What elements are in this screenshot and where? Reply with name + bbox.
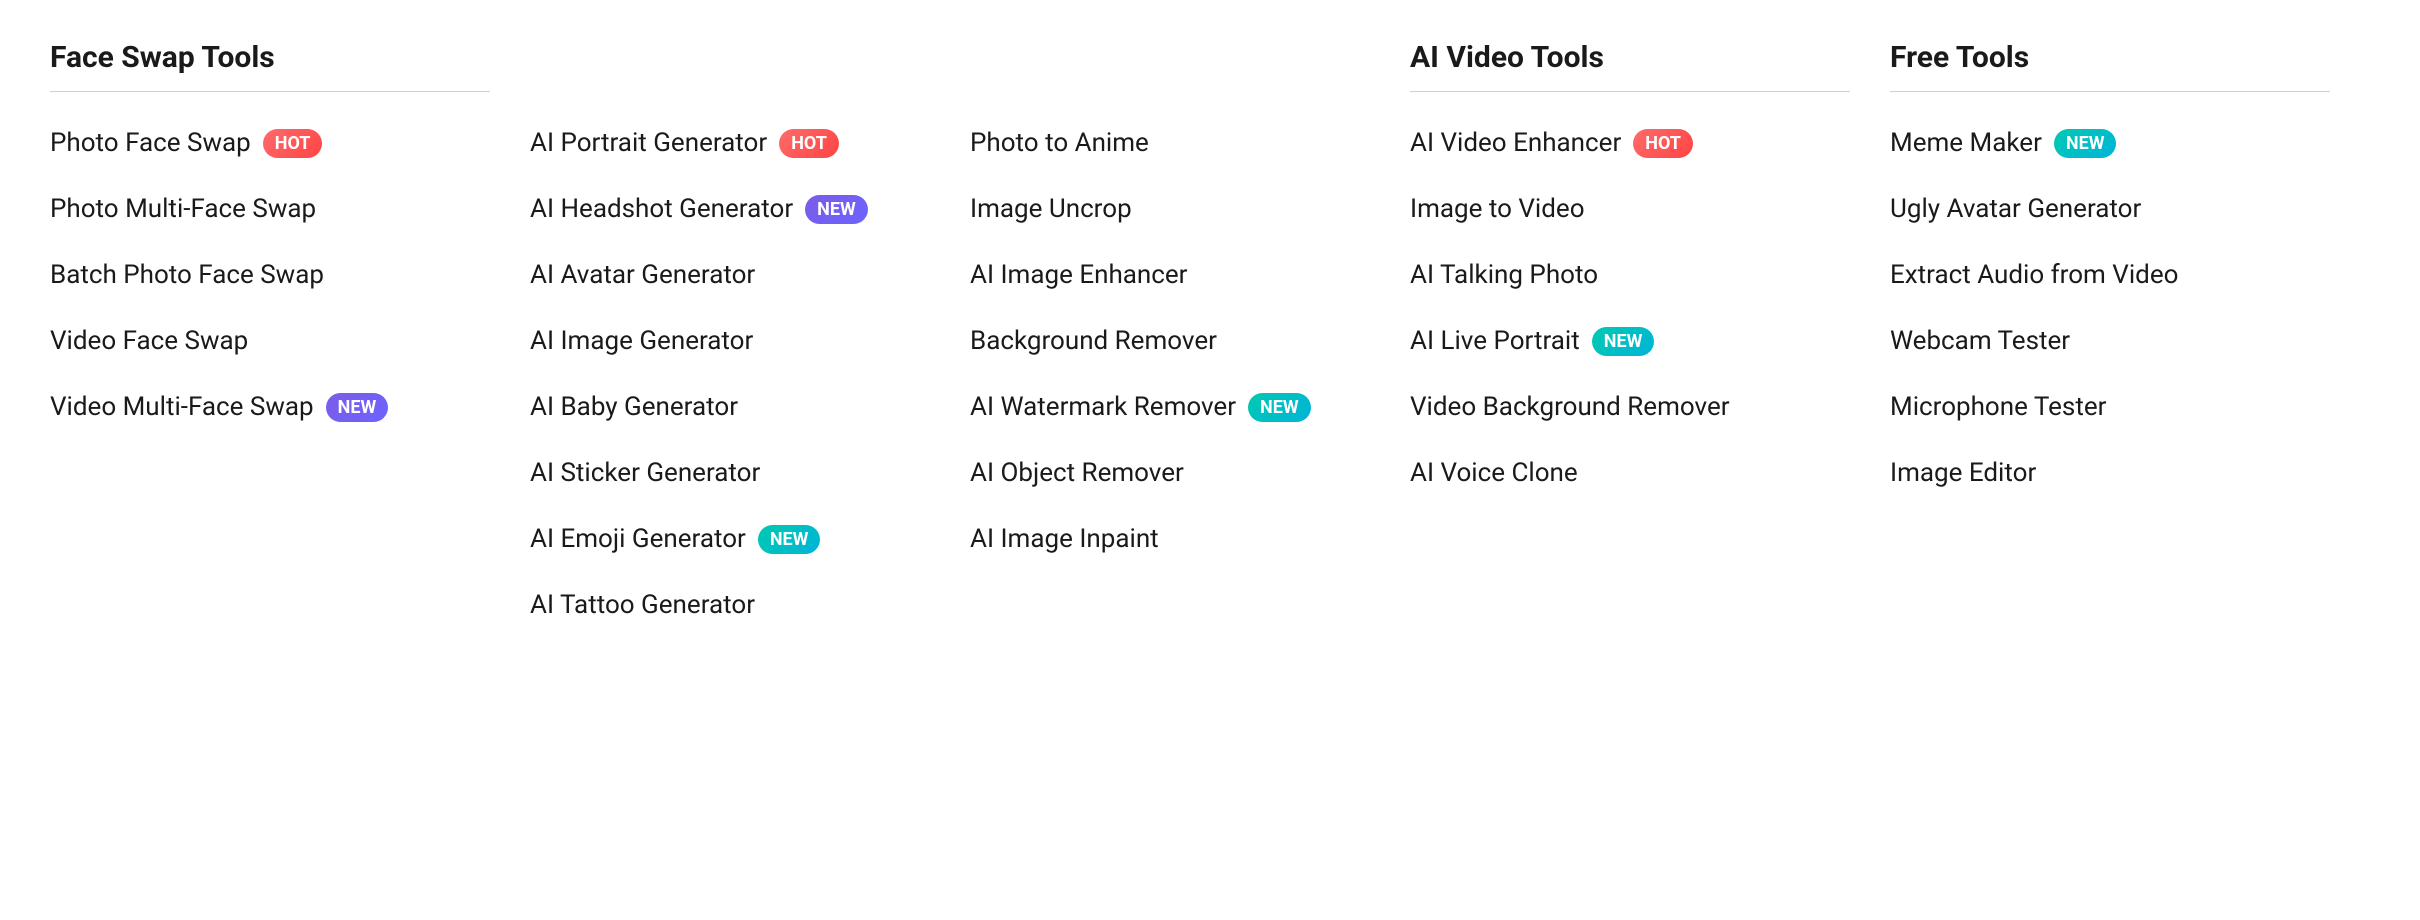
menu-item-label: AI Video Enhancer (1410, 128, 1621, 158)
menu-item-label: Extract Audio from Video (1890, 260, 2178, 290)
menu-item-label: AI Sticker Generator (530, 458, 760, 488)
menu-item-label: Webcam Tester (1890, 326, 2070, 356)
free-tools-items: Meme Maker NEW Ugly Avatar Generator Ext… (1890, 110, 2330, 506)
column-free-tools: Free Tools Meme Maker NEW Ugly Avatar Ge… (1890, 40, 2370, 638)
hot-badge: HOT (779, 129, 839, 158)
menu-item-ai-image-inpaint[interactable]: AI Image Inpaint (970, 506, 1370, 572)
menu-item-label: Photo Multi-Face Swap (50, 194, 316, 224)
menu-item-label: Meme Maker (1890, 128, 2042, 158)
ai-photo-items-2: Photo to Anime Image Uncrop AI Image Enh… (970, 110, 1370, 572)
menu-item-image-editor[interactable]: Image Editor (1890, 440, 2330, 506)
menu-item-ugly-avatar-generator[interactable]: Ugly Avatar Generator (1890, 176, 2330, 242)
menu-item-ai-object-remover[interactable]: AI Object Remover (970, 440, 1370, 506)
menu-item-label: Video Face Swap (50, 326, 248, 356)
free-tools-header: Free Tools (1890, 40, 2330, 92)
menu-item-label: Ugly Avatar Generator (1890, 194, 2141, 224)
menu-item-ai-baby-generator[interactable]: AI Baby Generator (530, 374, 930, 440)
new-teal-badge: NEW (1592, 327, 1655, 356)
column-ai-photo-1: AI Photo Tools AI Portrait Generator HOT… (530, 40, 970, 638)
menu-item-label: AI Headshot Generator (530, 194, 793, 224)
column-face-swap: Face Swap Tools Photo Face Swap HOT Phot… (50, 40, 530, 638)
menu-item-label: Image Uncrop (970, 194, 1132, 224)
menu-item-label: AI Object Remover (970, 458, 1184, 488)
menu-item-ai-watermark-remover[interactable]: AI Watermark Remover NEW (970, 374, 1370, 440)
menu-item-ai-live-portrait[interactable]: AI Live Portrait NEW (1410, 308, 1850, 374)
menu-item-label: AI Portrait Generator (530, 128, 767, 158)
menu-item-label: AI Image Enhancer (970, 260, 1188, 290)
menu-item-label: AI Baby Generator (530, 392, 738, 422)
ai-video-items: AI Video Enhancer HOT Image to Video AI … (1410, 110, 1850, 506)
column-ai-video: AI Video Tools AI Video Enhancer HOT Ima… (1410, 40, 1890, 638)
new-teal-badge: NEW (1248, 393, 1311, 422)
menu-item-label: AI Watermark Remover (970, 392, 1236, 422)
menu-item-label: AI Image Generator (530, 326, 753, 356)
menu-item-label: Video Background Remover (1410, 392, 1730, 422)
menu-item-label: AI Tattoo Generator (530, 590, 755, 620)
menu-item-label: Microphone Tester (1890, 392, 2106, 422)
menu-item-label: Background Remover (970, 326, 1217, 356)
ai-photo-items-1: AI Portrait Generator HOT AI Headshot Ge… (530, 110, 930, 638)
menu-item-ai-portrait-generator[interactable]: AI Portrait Generator HOT (530, 110, 930, 176)
ai-video-header: AI Video Tools (1410, 40, 1850, 92)
menu-item-ai-tattoo-generator[interactable]: AI Tattoo Generator (530, 572, 930, 638)
hot-badge: HOT (263, 129, 323, 158)
menu-item-photo-face-swap[interactable]: Photo Face Swap HOT (50, 110, 490, 176)
menu-item-video-multi-face-swap[interactable]: Video Multi-Face Swap NEW (50, 374, 490, 440)
menu-item-webcam-tester[interactable]: Webcam Tester (1890, 308, 2330, 374)
menu-item-label: AI Voice Clone (1410, 458, 1578, 488)
menu-item-image-to-video[interactable]: Image to Video (1410, 176, 1850, 242)
menu-item-background-remover[interactable]: Background Remover (970, 308, 1370, 374)
menu-item-ai-talking-photo[interactable]: AI Talking Photo (1410, 242, 1850, 308)
face-swap-header: Face Swap Tools (50, 40, 490, 92)
menu-item-ai-headshot-generator[interactable]: AI Headshot Generator NEW (530, 176, 930, 242)
face-swap-items: Photo Face Swap HOT Photo Multi-Face Swa… (50, 110, 490, 440)
menu-item-microphone-tester[interactable]: Microphone Tester (1890, 374, 2330, 440)
menu-item-photo-to-anime[interactable]: Photo to Anime (970, 110, 1370, 176)
menu-item-label: Photo to Anime (970, 128, 1149, 158)
menu-item-video-face-swap[interactable]: Video Face Swap (50, 308, 490, 374)
menu-item-image-uncrop[interactable]: Image Uncrop (970, 176, 1370, 242)
menu-item-ai-sticker-generator[interactable]: AI Sticker Generator (530, 440, 930, 506)
hot-badge: HOT (1633, 129, 1693, 158)
menu-item-label: AI Image Inpaint (970, 524, 1159, 554)
new-teal-badge: NEW (2054, 129, 2117, 158)
main-nav-columns: Face Swap Tools Photo Face Swap HOT Phot… (50, 40, 2370, 638)
menu-item-ai-image-enhancer[interactable]: AI Image Enhancer (970, 242, 1370, 308)
menu-item-label: Batch Photo Face Swap (50, 260, 324, 290)
menu-item-label: Image Editor (1890, 458, 2036, 488)
menu-item-meme-maker[interactable]: Meme Maker NEW (1890, 110, 2330, 176)
menu-item-label: AI Live Portrait (1410, 326, 1580, 356)
menu-item-label: AI Talking Photo (1410, 260, 1598, 290)
menu-item-ai-image-generator[interactable]: AI Image Generator (530, 308, 930, 374)
menu-item-label: Video Multi-Face Swap (50, 392, 314, 422)
menu-item-photo-multi-face-swap[interactable]: Photo Multi-Face Swap (50, 176, 490, 242)
menu-item-label: AI Avatar Generator (530, 260, 755, 290)
menu-item-ai-emoji-generator[interactable]: AI Emoji Generator NEW (530, 506, 930, 572)
menu-item-label: AI Emoji Generator (530, 524, 746, 554)
new-badge: NEW (805, 195, 868, 224)
menu-item-ai-voice-clone[interactable]: AI Voice Clone (1410, 440, 1850, 506)
menu-item-ai-avatar-generator[interactable]: AI Avatar Generator (530, 242, 930, 308)
menu-item-ai-video-enhancer[interactable]: AI Video Enhancer HOT (1410, 110, 1850, 176)
menu-item-label: Photo Face Swap (50, 128, 251, 158)
column-ai-photo-2: AI Photo Tools 2 Photo to Anime Image Un… (970, 40, 1410, 638)
menu-item-extract-audio-from-video[interactable]: Extract Audio from Video (1890, 242, 2330, 308)
menu-item-video-background-remover[interactable]: Video Background Remover (1410, 374, 1850, 440)
menu-item-batch-photo-face-swap[interactable]: Batch Photo Face Swap (50, 242, 490, 308)
column-ai-photo-wrapper: AI Photo Tools AI Portrait Generator HOT… (530, 40, 1410, 638)
new-badge: NEW (326, 393, 389, 422)
menu-item-label: Image to Video (1410, 194, 1585, 224)
new-teal-badge: NEW (758, 525, 821, 554)
